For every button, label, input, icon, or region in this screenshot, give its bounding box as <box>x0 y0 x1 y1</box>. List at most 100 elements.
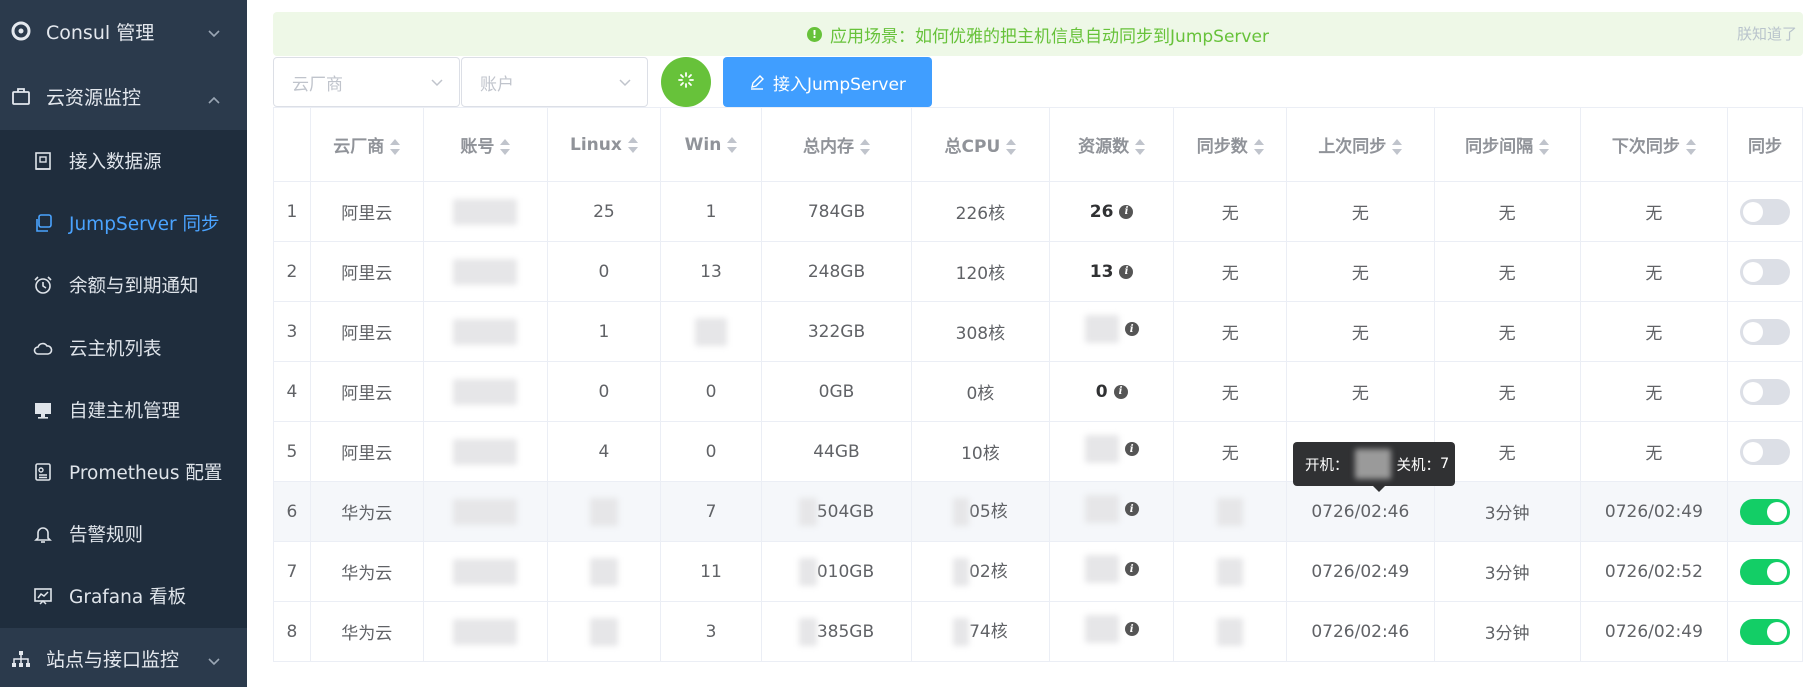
cell-resources: i <box>1048 481 1175 542</box>
info-icon[interactable]: i <box>1124 562 1139 576</box>
cell-last-sync: 无 <box>1286 181 1435 242</box>
memory-value: 504GB <box>816 501 875 522</box>
col-account-label: 账号 <box>460 137 495 157</box>
memory-value: 784GB <box>807 201 866 222</box>
sidebar-item-prometheus[interactable]: Prometheus 配置 <box>0 441 247 503</box>
sort-icon[interactable] <box>1253 139 1264 155</box>
sort-icon[interactable] <box>1685 139 1696 155</box>
linux-value: 0 <box>598 381 610 402</box>
info-icon[interactable]: i <box>1124 442 1139 456</box>
next-sync-value: 无 <box>1645 384 1663 404</box>
col-account[interactable]: 账号 <box>422 107 549 182</box>
info-icon[interactable]: i <box>1119 264 1134 279</box>
edit-icon <box>749 74 765 90</box>
sync-toggle[interactable] <box>1740 378 1791 405</box>
win-value: 0 <box>705 381 717 402</box>
info-icon[interactable]: i <box>1119 204 1134 219</box>
sort-icon[interactable] <box>1135 139 1146 155</box>
sort-icon[interactable] <box>390 139 401 155</box>
sync-toggle[interactable] <box>1740 438 1791 465</box>
filter-bar: 云厂商 账户 接入JumpServer <box>273 57 932 107</box>
sort-icon[interactable] <box>1392 139 1403 155</box>
cpu-value: 74核 <box>969 622 1008 642</box>
col-interval[interactable]: 同步间隔 <box>1433 107 1581 182</box>
account-select[interactable]: 账户 <box>461 57 648 107</box>
cell-resources: i <box>1048 301 1175 362</box>
row-index: 4 <box>273 361 311 422</box>
redacted-value <box>953 498 970 526</box>
vendor-value: 华为云 <box>341 504 393 524</box>
sync-toggle[interactable] <box>1740 198 1791 225</box>
alert-dismiss-link[interactable]: 朕知道了 <box>1737 23 1797 44</box>
cell-linux <box>547 601 661 662</box>
alert-text: 应用场景：如何优雅的把主机信息自动同步到JumpServer <box>830 26 1269 47</box>
connect-jumpserver-label: 接入JumpServer <box>773 74 906 95</box>
col-next-sync[interactable]: 下次同步 <box>1579 107 1729 182</box>
sidebar-item-grafana[interactable]: Grafana 看板 <box>0 565 247 627</box>
sidebar-item-balance[interactable]: 余额与到期通知 <box>0 254 247 316</box>
sidebar-item-alert-rules[interactable]: 告警规则 <box>0 503 247 565</box>
sidebar-item-label: Grafana 看板 <box>69 587 187 609</box>
sidebar-item-hosts[interactable]: 云主机列表 <box>0 317 247 379</box>
col-win-label: Win <box>684 134 722 155</box>
sitemap-icon <box>10 648 32 670</box>
cell-memory: 322GB <box>761 301 912 362</box>
synced-value: 无 <box>1221 444 1239 464</box>
info-icon[interactable]: i <box>1113 384 1128 399</box>
sort-icon[interactable] <box>1006 139 1017 155</box>
sort-icon[interactable] <box>627 136 638 153</box>
sync-toggle[interactable] <box>1740 618 1791 645</box>
sidebar-item-datasource[interactable]: 接入数据源 <box>0 130 247 192</box>
sidebar-item-label: 云主机列表 <box>69 338 162 360</box>
redacted-value <box>1217 617 1244 646</box>
cell-interval: 3分钟 <box>1433 541 1581 602</box>
col-next-sync-label: 下次同步 <box>1611 137 1680 157</box>
menu-group-cloud[interactable]: 云资源监控 <box>0 62 247 130</box>
synced-value: 无 <box>1221 264 1239 284</box>
col-memory[interactable]: 总内存 <box>761 107 912 182</box>
chart-board-icon <box>32 585 54 607</box>
sync-toggle[interactable] <box>1740 498 1791 525</box>
table-row: 4 阿里云 0 0 0GB 0核 0 i 无无无无 <box>273 361 1803 422</box>
sync-toggle[interactable] <box>1740 558 1791 585</box>
col-linux[interactable]: Linux <box>547 107 661 182</box>
cell-next-sync: 无 <box>1579 241 1729 302</box>
sidebar-item-selfhosted[interactable]: 自建主机管理 <box>0 379 247 441</box>
col-win[interactable]: Win <box>659 107 763 182</box>
cell-win: 0 <box>659 421 763 482</box>
interval-value: 无 <box>1498 264 1516 284</box>
col-vendor[interactable]: 云厂商 <box>309 107 424 182</box>
monitor-icon <box>32 399 54 421</box>
info-icon[interactable]: i <box>1124 322 1139 336</box>
col-last-sync[interactable]: 上次同步 <box>1286 107 1435 182</box>
win-value: 13 <box>700 261 722 282</box>
cell-last-sync: 无 <box>1286 241 1435 302</box>
col-resources[interactable]: 资源数 <box>1048 107 1175 182</box>
redacted-value <box>798 617 817 646</box>
col-synced[interactable]: 同步数 <box>1173 107 1288 182</box>
cell-sync-switch <box>1727 481 1803 542</box>
connect-jumpserver-button[interactable]: 接入JumpServer <box>723 57 932 107</box>
sort-icon[interactable] <box>727 136 738 153</box>
account-select-placeholder: 账户 <box>480 74 514 95</box>
sort-icon[interactable] <box>1539 139 1550 155</box>
sort-icon[interactable] <box>859 139 870 155</box>
cell-memory: 0GB <box>761 361 912 422</box>
sidebar-item-label: Prometheus 配置 <box>69 463 223 485</box>
info-icon[interactable]: i <box>1124 502 1139 516</box>
sync-toggle[interactable] <box>1740 318 1791 345</box>
table-row: 7 华为云 11 010GB 02核 i 0726/02:49 3分钟 0726/02:52 <box>273 541 1803 602</box>
menu-group-site[interactable]: 站点与接口监控 <box>0 628 247 690</box>
menu-group-consul[interactable]: Consul 管理 <box>0 0 247 62</box>
last-sync-value: 无 <box>1351 384 1369 404</box>
vendor-select[interactable]: 云厂商 <box>273 57 460 107</box>
sort-icon[interactable] <box>500 139 511 155</box>
cell-memory: 784GB <box>761 181 912 242</box>
sync-toggle[interactable] <box>1740 258 1791 285</box>
sidebar-item-jumpserver[interactable]: JumpServer 同步 <box>0 192 247 254</box>
linux-value: 4 <box>598 441 610 462</box>
info-icon[interactable]: i <box>1124 622 1139 636</box>
refresh-button[interactable] <box>661 57 711 107</box>
col-cpu[interactable]: 总CPU <box>910 107 1050 182</box>
loading-icon <box>677 71 695 93</box>
